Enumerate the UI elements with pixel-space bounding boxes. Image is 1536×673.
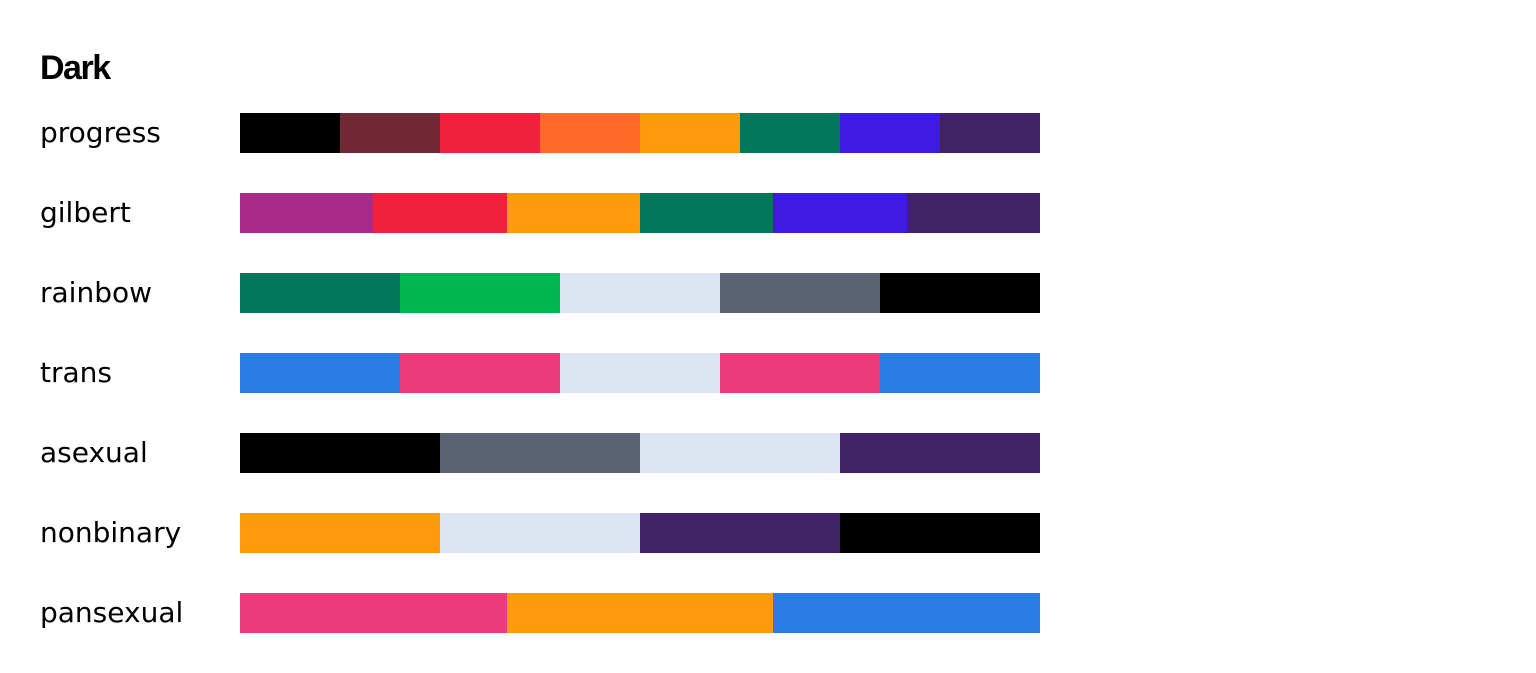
color-swatch (773, 193, 907, 233)
color-swatch (880, 273, 1040, 313)
color-bar (240, 113, 1040, 153)
color-bar (240, 193, 1040, 233)
color-swatch (740, 113, 840, 153)
color-swatch (373, 193, 507, 233)
color-swatch (720, 273, 880, 313)
color-swatch (240, 593, 507, 633)
palette-label: rainbow (40, 276, 152, 309)
color-swatch (840, 113, 940, 153)
color-swatch (840, 513, 1040, 553)
color-swatch (506, 593, 774, 633)
color-swatch (940, 113, 1040, 153)
color-bar (240, 513, 1040, 553)
color-swatch (240, 193, 374, 233)
color-swatch (906, 193, 1040, 233)
palette-row-rainbow: rainbow (40, 273, 1040, 313)
palette-label: gilbert (40, 196, 131, 229)
color-bar (240, 593, 1041, 633)
color-swatch (240, 433, 440, 473)
color-swatch (240, 273, 400, 313)
color-bar (240, 273, 1040, 313)
color-bar (240, 433, 1040, 473)
color-swatch (506, 193, 640, 233)
color-swatch (440, 513, 640, 553)
palette-label: progress (40, 116, 161, 149)
color-swatch (773, 593, 1041, 633)
color-swatch (400, 273, 560, 313)
palette-row-progress: progress (40, 113, 1040, 153)
palette-label: nonbinary (40, 516, 182, 549)
color-swatch (640, 513, 840, 553)
palette-row-trans: trans (40, 353, 1040, 393)
color-swatch (540, 113, 640, 153)
palette-row-pansexual: pansexual (40, 593, 1041, 633)
palette-row-gilbert: gilbert (40, 193, 1040, 233)
palette-row-asexual: asexual (40, 433, 1040, 473)
color-swatch (240, 113, 340, 153)
color-swatch (400, 353, 560, 393)
palette-label: asexual (40, 436, 148, 469)
color-swatch (240, 353, 400, 393)
color-bar (240, 353, 1040, 393)
color-swatch (560, 273, 720, 313)
color-swatch (340, 113, 440, 153)
color-swatch (639, 193, 774, 233)
color-swatch (840, 433, 1040, 473)
color-swatch (880, 353, 1040, 393)
color-swatch (640, 113, 740, 153)
palette-row-nonbinary: nonbinary (40, 513, 1040, 553)
color-swatch (720, 353, 880, 393)
color-swatch (240, 513, 440, 553)
color-swatch (440, 113, 540, 153)
palette-list: progress gilbert rainbow trans asexual nonbin… (40, 113, 1041, 633)
color-swatch (440, 433, 640, 473)
section-title: Dark (40, 49, 111, 87)
color-swatch (640, 433, 840, 473)
palette-label: trans (40, 356, 112, 389)
palette-label: pansexual (40, 596, 184, 629)
color-swatch (560, 353, 720, 393)
